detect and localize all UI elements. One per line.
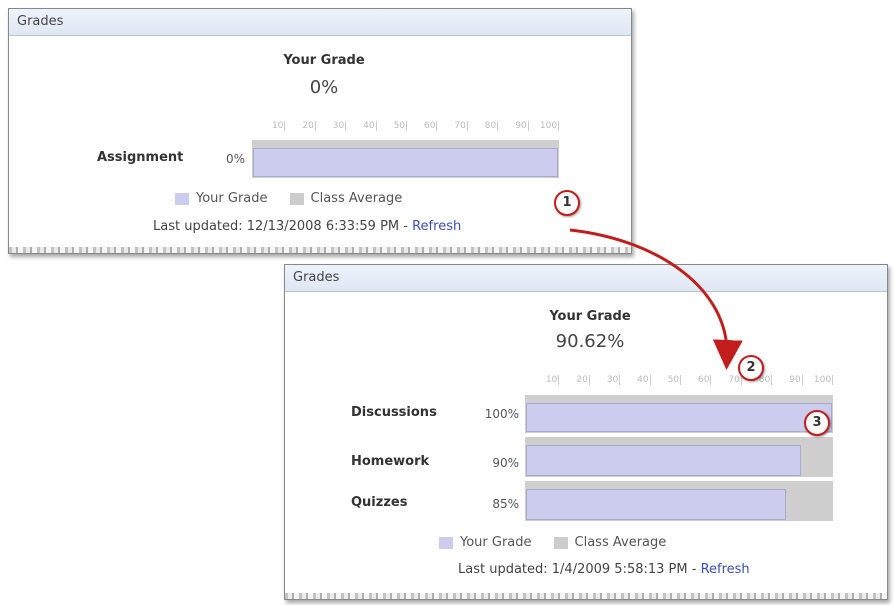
refresh-link[interactable]: Refresh	[701, 562, 750, 577]
tick: 70	[437, 121, 468, 131]
tick: 70	[711, 375, 742, 385]
grades-panel-before: Grades Your Grade 0% 10 20 30 40 50 60 7…	[8, 8, 632, 254]
row-label-discussions: Discussions	[351, 405, 437, 420]
grade-bar-fill	[526, 489, 786, 520]
class-average-swatch	[289, 192, 304, 205]
class-average-swatch	[553, 536, 568, 549]
tick: 80	[468, 121, 499, 131]
row-pct-quizzes: 85%	[492, 497, 519, 511]
callout-1: 1	[554, 190, 580, 216]
last-updated: Last updated: 1/4/2009 5:58:13 PM - Refr…	[458, 562, 750, 577]
legend-your-grade: Your Grade	[460, 535, 532, 550]
legend-your-grade: Your Grade	[196, 191, 268, 206]
tick: 10	[255, 121, 286, 131]
panel-title: Grades	[285, 265, 887, 292]
legend: Your Grade Class Average	[439, 535, 666, 550]
grade-bar-assignment	[252, 140, 559, 178]
row-pct-assignment: 0%	[225, 152, 245, 166]
last-updated: Last updated: 12/13/2008 6:33:59 PM - Re…	[153, 219, 461, 234]
legend-class-average: Class Average	[574, 535, 667, 550]
tick: 60	[407, 121, 438, 131]
row-label-homework: Homework	[351, 454, 430, 469]
row-label-quizzes: Quizzes	[351, 495, 408, 510]
last-updated-text: Last updated: 1/4/2009 5:58:13 PM -	[458, 562, 697, 577]
tick: 50	[651, 375, 682, 385]
legend-class-average: Class Average	[310, 191, 403, 206]
tick: 40	[620, 375, 651, 385]
legend: Your Grade Class Average	[175, 191, 402, 206]
tick: 50	[377, 121, 408, 131]
row-pct-discussions: 100%	[484, 407, 519, 421]
scale-ticks: 10 20 30 40 50 60 70 80 90 100	[529, 375, 834, 385]
tick: 30	[316, 121, 347, 131]
tick: 20	[285, 121, 316, 131]
your-grade-swatch	[175, 192, 189, 205]
scale-ticks: 10 20 30 40 50 60 70 80 90 100	[255, 121, 560, 131]
grade-bar-discussions	[525, 395, 833, 433]
row-pct-homework: 90%	[492, 456, 519, 470]
refresh-link[interactable]: Refresh	[412, 219, 461, 234]
grades-panel-after: Grades Your Grade 90.62% 10 20 30 40 50 …	[284, 264, 888, 600]
callout-2: 2	[738, 355, 764, 381]
torn-edge	[9, 247, 631, 253]
your-grade-value: 0%	[309, 77, 339, 98]
callout-3: 3	[804, 410, 830, 436]
your-grade-label: Your Grade	[283, 53, 365, 68]
row-label-assignment: Assignment	[97, 150, 184, 165]
last-updated-text: Last updated: 12/13/2008 6:33:59 PM -	[153, 219, 408, 234]
tick: 30	[590, 375, 621, 385]
tick: 60	[681, 375, 712, 385]
your-grade-swatch	[439, 536, 453, 549]
tick: 40	[346, 121, 377, 131]
tick: 20	[559, 375, 590, 385]
grade-bar-fill	[526, 403, 832, 432]
your-grade-value: 90.62%	[555, 331, 625, 352]
panel-title: Grades	[9, 9, 631, 36]
grade-bar-fill	[253, 148, 558, 177]
tick: 100	[529, 121, 560, 131]
grade-bar-fill	[526, 445, 801, 476]
grade-bar-quizzes	[525, 481, 833, 521]
tick: 100	[803, 375, 834, 385]
tick: 10	[529, 375, 560, 385]
tick: 90	[772, 375, 803, 385]
tick: 90	[498, 121, 529, 131]
your-grade-label: Your Grade	[549, 309, 631, 324]
grade-bar-homework	[525, 437, 833, 477]
torn-edge	[285, 593, 887, 599]
